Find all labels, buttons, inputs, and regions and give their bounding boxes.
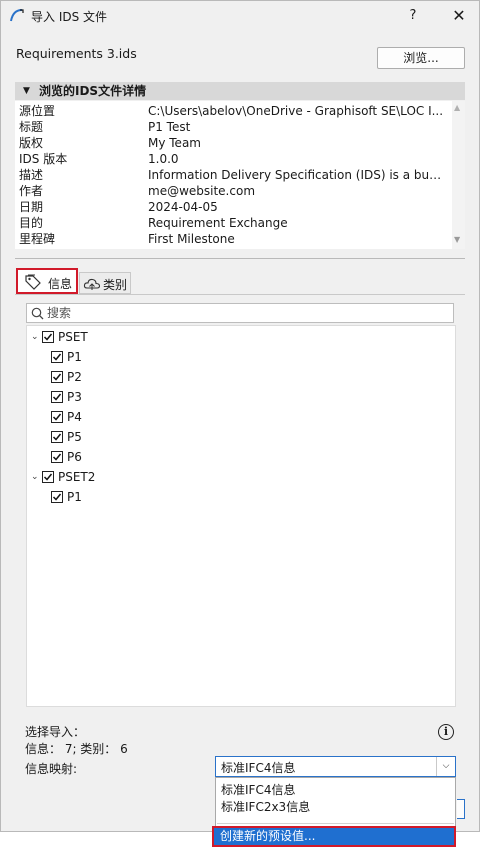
property-tree: ⌄ PSET P1 P2 P3 P4 P5 P6 ⌄ PSET2 P1 bbox=[26, 325, 456, 707]
info-circle-icon[interactable]: i bbox=[438, 724, 454, 740]
collapse-triangle-icon[interactable]: ▼ bbox=[23, 82, 30, 100]
dropdown-option[interactable]: 标准IFC2x3信息 bbox=[221, 798, 310, 815]
tree-item-label: P1 bbox=[67, 350, 82, 364]
details-label: 目的 bbox=[19, 216, 44, 230]
item-checkbox[interactable] bbox=[51, 491, 63, 503]
tag-icon bbox=[25, 274, 41, 290]
select-import-label: 选择导入： bbox=[25, 725, 86, 739]
partially-hidden-button[interactable] bbox=[457, 799, 465, 819]
item-checkbox[interactable] bbox=[51, 391, 63, 403]
details-value: Requirement Exchange bbox=[148, 216, 288, 230]
dropdown-divider bbox=[217, 823, 454, 824]
details-section-title: 浏览的IDS文件详情 bbox=[39, 84, 147, 98]
help-button[interactable]: ? bbox=[401, 4, 425, 28]
tree-item-label: P2 bbox=[67, 370, 82, 384]
tab-info[interactable]: 信息 bbox=[16, 268, 78, 294]
details-scrollbar[interactable]: ▲ ▼ bbox=[452, 101, 465, 249]
tree-item: P6 bbox=[51, 448, 201, 466]
tree-group: ⌄ PSET bbox=[31, 328, 231, 346]
item-checkbox[interactable] bbox=[51, 351, 63, 363]
group-checkbox[interactable] bbox=[42, 331, 54, 343]
details-value: First Milestone bbox=[148, 232, 235, 246]
details-value: 1.0.0 bbox=[148, 152, 179, 166]
scroll-up-icon[interactable]: ▲ bbox=[454, 103, 460, 112]
tree-item-label: P3 bbox=[67, 390, 82, 404]
search-box bbox=[26, 303, 454, 323]
tree-item: P3 bbox=[51, 388, 201, 406]
chevron-down-icon[interactable]: ⌵ bbox=[436, 757, 455, 776]
tree-item: P4 bbox=[51, 408, 201, 426]
tree-item: P1 bbox=[51, 348, 201, 366]
item-checkbox[interactable] bbox=[51, 451, 63, 463]
tree-item-label: P1 bbox=[67, 490, 82, 504]
cloud-icon bbox=[83, 278, 101, 290]
details-label: 描述 bbox=[19, 168, 44, 182]
details-label: 源位置 bbox=[19, 104, 56, 118]
tab-info-label: 信息 bbox=[48, 277, 73, 291]
details-value: C:\Users\abelov\OneDrive - Graphisoft SE… bbox=[148, 104, 444, 118]
tree-item-label: P4 bbox=[67, 410, 82, 424]
title-bar: 导入 IDS 文件 ? ✕ bbox=[1, 1, 479, 31]
tree-group-label: PSET bbox=[58, 330, 88, 344]
details-section-header[interactable]: ▼ 浏览的IDS文件详情 bbox=[15, 82, 465, 100]
tree-item: P1 bbox=[51, 488, 201, 506]
tree-item-label: P6 bbox=[67, 450, 82, 464]
group-checkbox[interactable] bbox=[42, 471, 54, 483]
details-row: 标题 P1 Test bbox=[15, 119, 465, 135]
create-new-preset-option[interactable]: 创建新的预设值... bbox=[212, 826, 456, 847]
details-row: 目的 Requirement Exchange bbox=[15, 215, 465, 231]
details-label: 版权 bbox=[19, 136, 44, 150]
details-label: 作者 bbox=[19, 184, 44, 198]
details-value: My Team bbox=[148, 136, 201, 150]
details-label: 里程碑 bbox=[19, 232, 56, 246]
tab-category[interactable]: 类别 bbox=[79, 272, 131, 294]
scroll-down-icon[interactable]: ▼ bbox=[454, 235, 460, 244]
chevron-down-icon[interactable]: ⌄ bbox=[31, 468, 39, 486]
details-list: 源位置 C:\Users\abelov\OneDrive - Graphisof… bbox=[15, 101, 465, 249]
details-value: P1 Test bbox=[148, 120, 191, 134]
chevron-down-icon[interactable]: ⌄ bbox=[31, 328, 39, 346]
details-row: IDS 版本 1.0.0 bbox=[15, 151, 465, 167]
details-value: 2024-04-05 bbox=[148, 200, 218, 214]
mapping-select-value: 标准IFC4信息 bbox=[221, 761, 296, 775]
details-row: 描述 Information Delivery Specification (I… bbox=[15, 167, 465, 183]
tree-item-label: P5 bbox=[67, 430, 82, 444]
import-summary: 信息： 7; 类别： 6 bbox=[25, 742, 128, 756]
item-checkbox[interactable] bbox=[51, 431, 63, 443]
search-input[interactable] bbox=[47, 305, 447, 321]
tree-group: ⌄ PSET2 bbox=[31, 468, 231, 486]
dropdown-option[interactable]: 标准IFC4信息 bbox=[221, 781, 295, 798]
tab-category-label: 类别 bbox=[103, 278, 128, 292]
search-icon bbox=[31, 307, 44, 320]
details-label: 标题 bbox=[19, 120, 44, 134]
close-button[interactable]: ✕ bbox=[447, 4, 471, 28]
details-value: me@website.com bbox=[148, 184, 256, 198]
details-row: 里程碑 First Milestone bbox=[15, 231, 465, 247]
tree-item: P2 bbox=[51, 368, 201, 386]
details-row: 作者 me@website.com bbox=[15, 183, 465, 199]
item-checkbox[interactable] bbox=[51, 411, 63, 423]
details-label: 日期 bbox=[19, 200, 44, 214]
import-ids-dialog: 导入 IDS 文件 ? ✕ Requirements 3.ids 浏览... ▼… bbox=[0, 0, 480, 847]
item-checkbox[interactable] bbox=[51, 371, 63, 383]
details-row: 日期 2024-04-05 bbox=[15, 199, 465, 215]
details-value: Information Delivery Specification (IDS)… bbox=[148, 168, 444, 182]
details-row: 版权 My Team bbox=[15, 135, 465, 151]
details-label: IDS 版本 bbox=[19, 152, 68, 166]
window-title: 导入 IDS 文件 bbox=[31, 10, 108, 24]
section-divider bbox=[15, 258, 465, 259]
tree-item: P5 bbox=[51, 428, 201, 446]
details-row: 源位置 C:\Users\abelov\OneDrive - Graphisof… bbox=[15, 103, 465, 119]
browse-button[interactable]: 浏览... bbox=[377, 47, 465, 69]
arc-icon bbox=[10, 9, 24, 22]
mapping-select[interactable]: 标准IFC4信息 ⌵ bbox=[215, 756, 456, 777]
mapping-label: 信息映射: bbox=[25, 762, 78, 776]
ids-file-name: Requirements 3.ids bbox=[16, 46, 137, 61]
tree-group-label: PSET2 bbox=[58, 470, 96, 484]
